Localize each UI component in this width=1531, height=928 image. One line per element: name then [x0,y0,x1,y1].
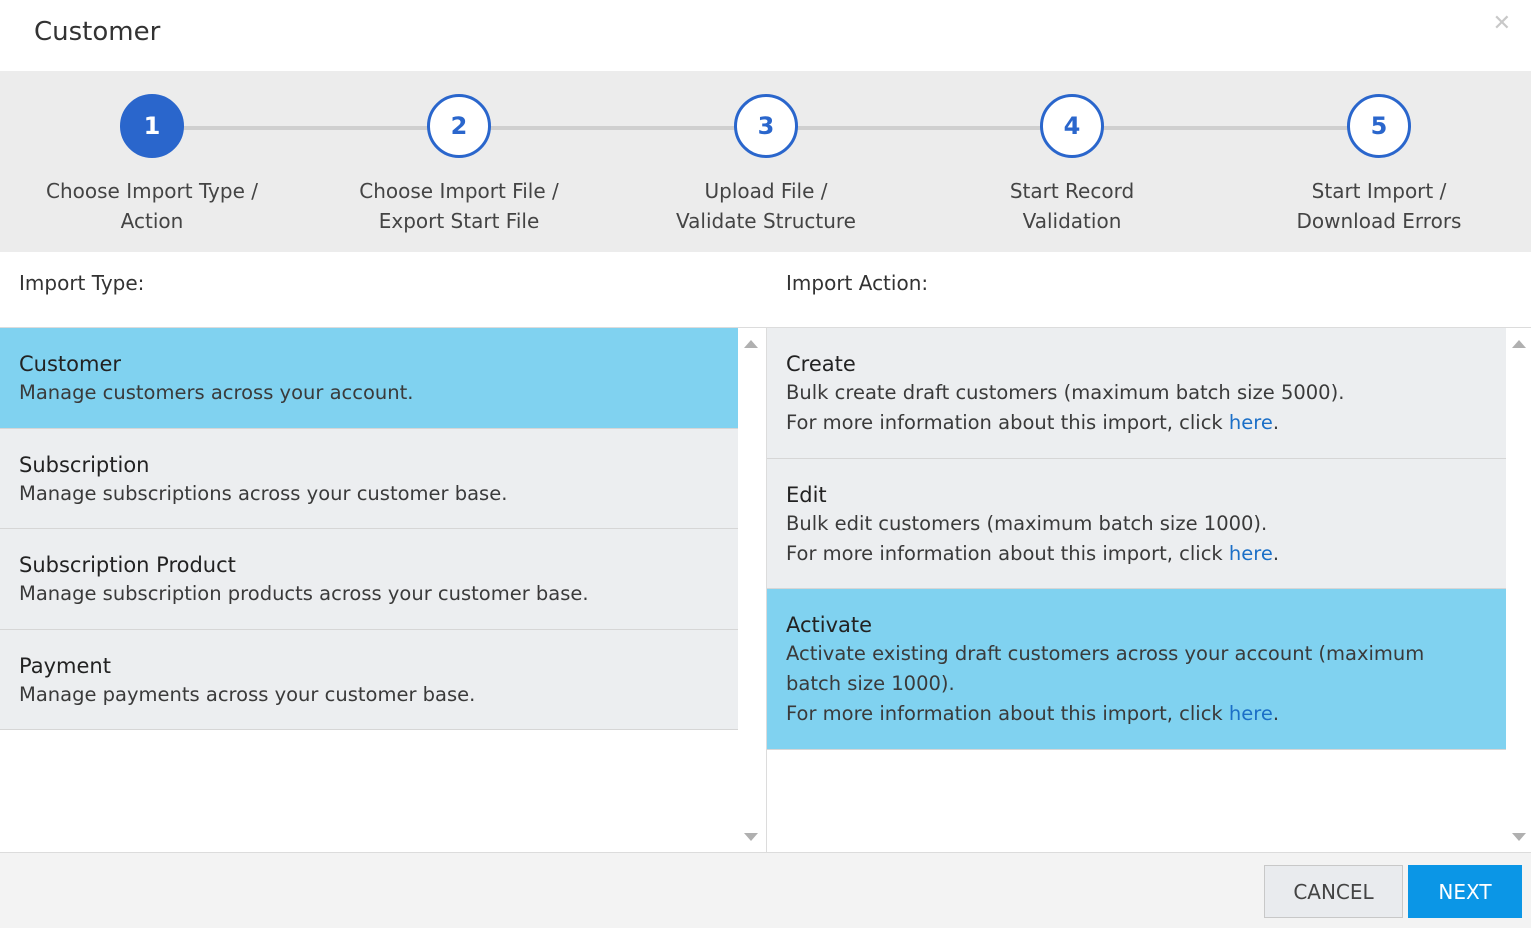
import-type-payment[interactable]: Payment Manage payments across your cust… [0,630,738,730]
import-action-label: Import Action: [786,271,929,295]
edit-here-link[interactable]: here [1229,542,1273,565]
activate-here-link[interactable]: here [1229,702,1273,725]
import-type-label: Import Type: [19,271,145,295]
import-action-activate[interactable]: Activate Activate existing draft custome… [767,589,1506,750]
import-type-customer[interactable]: Customer Manage customers across your ac… [0,328,738,429]
import-action-create[interactable]: Create Bulk create draft customers (maxi… [767,328,1506,459]
scroll-down-arrow-icon[interactable] [744,833,758,841]
scroll-up-arrow-icon[interactable] [1512,340,1526,348]
step-2-label: Choose Import File / Export Start File [359,179,559,233]
import-action-edit[interactable]: Edit Bulk edit customers (maximum batch … [767,459,1506,589]
next-button[interactable]: NEXT [1408,865,1522,918]
scroll-down-arrow-icon[interactable] [1512,833,1526,841]
step-1-label: Choose Import Type / Action [46,179,258,233]
import-type-subscription[interactable]: Subscription Manage subscriptions across… [0,429,738,529]
import-stepper: 1 Choose Import Type / Action 2 Choose I… [0,71,1531,252]
import-action-list: Create Bulk create draft customers (maxi… [766,327,1531,852]
step-3-circle: 3 [734,94,798,158]
import-type-list: Customer Manage customers across your ac… [0,327,766,852]
step-4-label: Start Record Validation [1009,179,1135,233]
scroll-up-arrow-icon[interactable] [744,340,758,348]
step-5-label: Start Import / Download Errors [1296,179,1462,233]
step-1-circle: 1 [120,94,184,158]
step-4-circle: 4 [1040,94,1104,158]
step-3-label: Upload File / Validate Structure [676,179,856,233]
cancel-button[interactable]: CANCEL [1264,865,1403,918]
dialog-title: Customer [34,17,161,47]
close-icon[interactable]: ✕ [1493,10,1511,38]
activate-more-info: For more information about this import, … [786,702,1280,725]
create-here-link[interactable]: here [1229,411,1273,434]
step-2-circle: 2 [427,94,491,158]
import-type-scrollbar[interactable] [738,328,766,852]
dialog-header: Customer ✕ [0,0,1531,71]
step-5-circle: 5 [1347,94,1411,158]
create-more-info: For more information about this import, … [786,411,1280,434]
import-type-subscription-product[interactable]: Subscription Product Manage subscription… [0,529,738,630]
import-action-scrollbar[interactable] [1506,328,1531,852]
dialog-footer: CANCEL NEXT [0,852,1531,928]
edit-more-info: For more information about this import, … [786,542,1280,565]
